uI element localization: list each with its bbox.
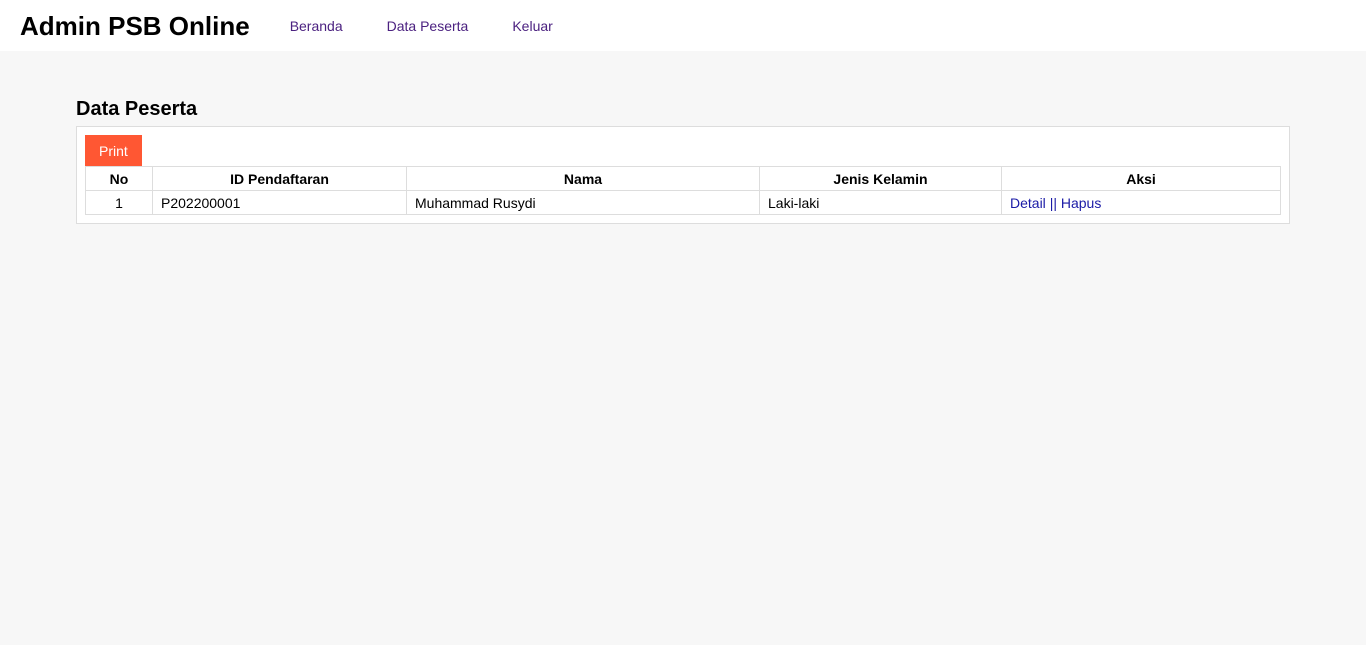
- column-header-jenis-kelamin: Jenis Kelamin: [759, 166, 1002, 191]
- nav-link-data-peserta[interactable]: Data Peserta: [387, 18, 469, 34]
- page-title: Data Peserta: [76, 98, 198, 120]
- cell-id-pendaftaran: P202200001: [152, 190, 407, 215]
- nav-link-beranda[interactable]: Beranda: [290, 18, 343, 34]
- hapus-link[interactable]: Hapus: [1061, 195, 1101, 211]
- table-card: Print No ID Pendaftaran Nama Jenis Kelam…: [76, 126, 1290, 224]
- table-header-row: No ID Pendaftaran Nama Jenis Kelamin Aks…: [85, 166, 1281, 191]
- action-separator: ||: [1049, 194, 1057, 211]
- column-header-id-pendaftaran: ID Pendaftaran: [152, 166, 407, 191]
- nav-link-keluar[interactable]: Keluar: [512, 18, 552, 34]
- main-nav: Beranda Data Peserta Keluar: [290, 18, 597, 34]
- cell-no: 1: [85, 190, 153, 215]
- app-title: Admin PSB Online: [20, 10, 250, 41]
- column-header-aksi: Aksi: [1001, 166, 1281, 191]
- main-content: Data Peserta Print No ID Pendaftaran Nam…: [76, 97, 1290, 224]
- cell-jenis-kelamin: Laki-laki: [759, 190, 1002, 215]
- column-header-no: No: [85, 166, 153, 191]
- column-header-nama: Nama: [406, 166, 760, 191]
- print-button[interactable]: Print: [85, 135, 142, 166]
- cell-nama: Muhammad Rusydi: [406, 190, 760, 215]
- detail-link[interactable]: Detail: [1010, 195, 1046, 211]
- top-navbar: Admin PSB Online Beranda Data Peserta Ke…: [0, 0, 1366, 51]
- table-row: 1 P202200001 Muhammad Rusydi Laki-laki D…: [85, 190, 1281, 215]
- cell-aksi: Detail || Hapus: [1001, 190, 1281, 215]
- participants-table: No ID Pendaftaran Nama Jenis Kelamin Aks…: [85, 166, 1281, 215]
